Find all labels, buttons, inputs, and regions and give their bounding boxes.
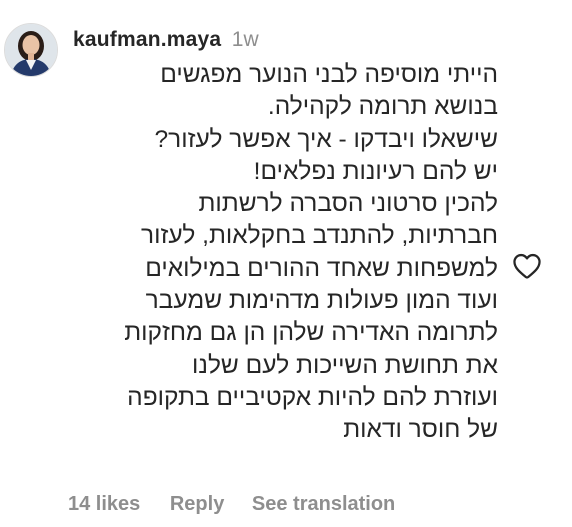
comment-header: kaufman.maya 1w [73,26,259,56]
avatar-image [5,24,57,76]
comment-footer: 14 likes Reply See translation [68,491,417,517]
comment-line: לתרומה האדירה שלהן הן גם מחזקות [124,319,498,347]
comment-line: בנושא תרומה לקהילה. [267,93,498,121]
timestamp[interactable]: 1w [232,28,259,51]
likes-count-link[interactable]: 14 likes [68,493,140,515]
heart-outline-icon[interactable] [510,250,544,282]
comment-line: שישאלו ויבדקו - איך אפשר לעזור? [154,125,499,153]
comment-line: יש להם רעיונות נפלאים! [253,157,498,185]
comment-line: להכין סרטוני הסברה לרשתות [198,190,498,218]
comment-line: של חוסר ודאות [343,416,498,444]
comment-line: למשפחות שאחד ההורים במילואים [145,254,498,282]
username[interactable]: kaufman.maya [73,28,221,51]
comment-line: ועוד המון פעולות מדהימות שמעבר [145,287,498,315]
comment-line: את תחושת השייכות לעם שלנו [192,351,498,379]
reply-button[interactable]: Reply [170,493,224,515]
comment: kaufman.maya 1w הייתי מוסיפה לבני הנוער … [0,0,572,527]
avatar[interactable] [4,23,58,77]
comment-text: הייתי מוסיפה לבני הנוער מפגשים בנושא תרו… [66,59,498,447]
comment-line: חברתיות, להתנדב בחקלאות, לעזור [141,222,498,250]
heart-icon-graphic [513,253,541,279]
comment-line: ועוזרת להם להיות אקטיביים בתקופה [127,383,498,411]
see-translation-button[interactable]: See translation [252,493,395,515]
comment-line: הייתי מוסיפה לבני הנוער מפגשים [160,61,498,88]
